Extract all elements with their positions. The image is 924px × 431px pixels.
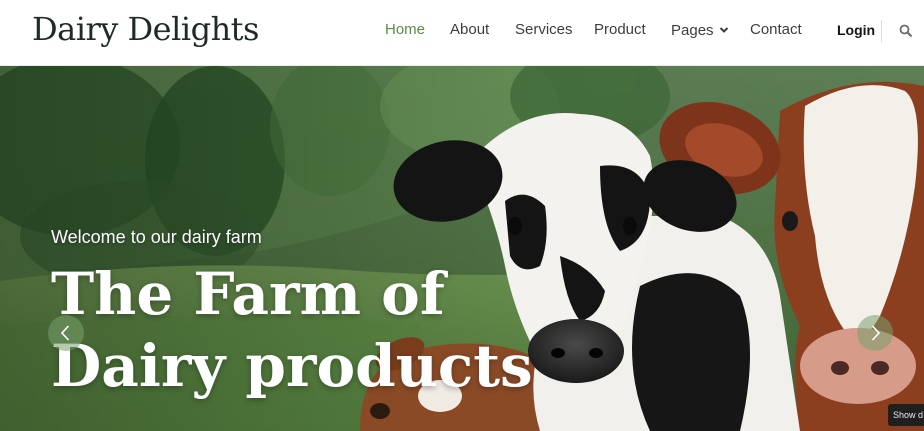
nav-item-pages-label: Pages — [671, 22, 714, 39]
hero-kicker: Welcome to our dairy farm — [51, 227, 262, 247]
nav-item-home[interactable]: Home — [385, 21, 425, 38]
hero-title: The Farm of Dairy products — [51, 258, 571, 402]
brand-logo[interactable]: Dairy Delights — [32, 10, 259, 48]
search-icon[interactable] — [899, 24, 913, 38]
chevron-right-icon — [871, 325, 881, 341]
chevron-down-icon — [719, 21, 729, 38]
hero-slider: Welcome to our dairy farm The Farm of Da… — [0, 66, 924, 431]
nav-item-product[interactable]: Product — [594, 21, 646, 38]
chevron-left-icon — [60, 325, 70, 341]
login-link[interactable]: Login — [837, 22, 875, 38]
slider-next-button[interactable] — [857, 315, 893, 351]
slider-prev-button[interactable] — [48, 315, 84, 351]
nav-item-about[interactable]: About — [450, 21, 489, 38]
side-panel-tab[interactable]: Show d — [888, 404, 924, 426]
hero-title-line-2: Dairy products — [51, 332, 533, 400]
hero-title-line-1: The Farm of — [51, 260, 445, 328]
nav-item-services[interactable]: Services — [515, 21, 573, 38]
nav-item-pages[interactable]: Pages — [671, 21, 729, 39]
nav-item-contact[interactable]: Contact — [750, 21, 802, 38]
site-header: Dairy Delights Home About Services Produ… — [0, 0, 924, 66]
nav-divider — [881, 20, 882, 42]
